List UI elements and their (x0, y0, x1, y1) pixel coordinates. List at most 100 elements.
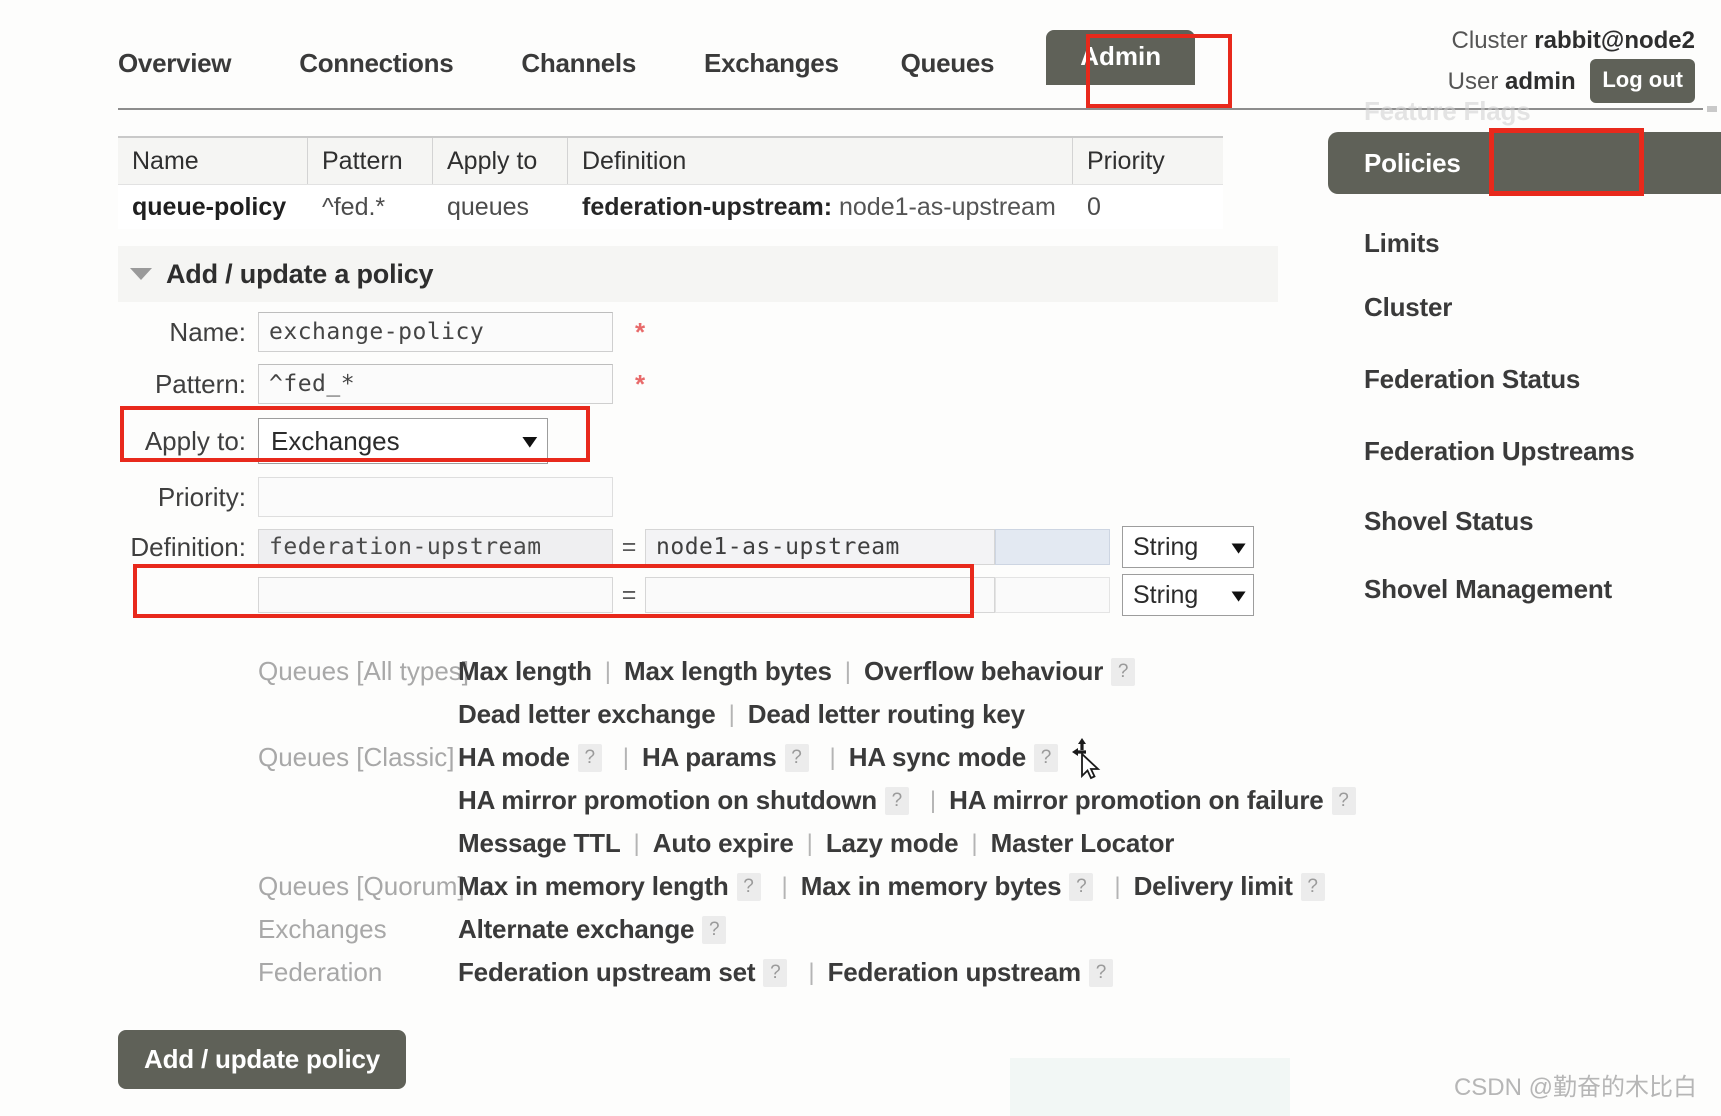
param-link-alternate-exchange[interactable]: Alternate exchange (458, 908, 694, 951)
help-icon[interactable]: ? (1088, 958, 1113, 987)
tab-queues[interactable]: Queues (901, 48, 995, 79)
column-header-definition[interactable]: Definition (568, 138, 1073, 184)
cell-policy-priority: 0 (1087, 193, 1101, 221)
sidebar-item-federation-status[interactable]: Federation Status (1364, 364, 1580, 395)
apply-to-label: Apply to: (144, 425, 246, 456)
help-icon[interactable]: ? (577, 743, 602, 772)
definition-key-input-1[interactable]: federation-upstream (258, 529, 613, 565)
param-separator: | (806, 830, 813, 857)
watermark-text: CSDN @勤奋的木比白 (1453, 1074, 1697, 1101)
help-icon[interactable]: ? (884, 786, 909, 815)
param-category-exchanges: Exchanges (258, 914, 387, 944)
sidebar-item-limits[interactable]: Limits (1364, 228, 1440, 259)
definition-equals-1: = (621, 532, 637, 561)
tab-admin[interactable]: Admin (1046, 30, 1196, 85)
tab-exchanges[interactable]: Exchanges (704, 48, 839, 79)
help-icon[interactable]: ? (1111, 657, 1136, 686)
collapse-caret-icon[interactable] (130, 268, 152, 280)
tab-channels[interactable]: Channels (521, 48, 636, 79)
scroll-indicator[interactable] (1707, 106, 1717, 112)
definition-value-input-2[interactable] (645, 577, 995, 613)
param-links-queues-all-line1: Max length | Max length bytes | Overflow… (458, 650, 1143, 693)
help-icon[interactable]: ? (784, 743, 809, 772)
param-group-exchanges: Exchanges Alternate exchange ? (118, 908, 1468, 951)
pattern-input[interactable]: ^fed_* (258, 364, 613, 404)
pattern-required-star: * (635, 368, 646, 399)
section-header[interactable]: Add / update a policy (118, 246, 1278, 302)
priority-input[interactable] (258, 477, 613, 517)
param-group-queues-all: Queues [All types] Max length | Max leng… (118, 650, 1468, 693)
policy-form: Name: exchange-policy * Pattern: ^fed_* … (118, 306, 1278, 618)
param-link-ha-promotion-failure[interactable]: HA mirror promotion on failure (949, 779, 1324, 822)
param-link-max-length[interactable]: Max length (458, 650, 592, 693)
help-icon[interactable]: ? (1034, 743, 1058, 772)
param-group-queues-quorum: Queues [Quorum] Max in memory length ? |… (118, 865, 1468, 908)
help-icon[interactable]: ? (702, 915, 727, 944)
param-links-queues-classic-line1: HA mode ? | HA params ? | HA sync mode ? (458, 736, 1066, 779)
sidebar-item-feature-flags[interactable]: Feature Flags (1364, 96, 1531, 127)
sidebar-item-policies-label: Policies (1364, 148, 1461, 178)
definition-key: federation-upstream: (582, 193, 833, 221)
param-link-federation-upstream-set[interactable]: Federation upstream set (458, 951, 756, 994)
param-link-max-in-memory-length[interactable]: Max in memory length (458, 865, 729, 908)
cell-policy-definition: federation-upstream: node1-as-upstream (568, 185, 1073, 229)
param-link-ha-promotion-shutdown[interactable]: HA mirror promotion on shutdown (458, 779, 877, 822)
definition-value-input-1[interactable]: node1-as-upstream (645, 529, 995, 565)
name-required-star: * (635, 316, 646, 347)
param-link-max-in-memory-bytes[interactable]: Max in memory bytes (801, 865, 1062, 908)
param-link-dead-letter-routing-key[interactable]: Dead letter routing key (748, 693, 1025, 736)
watermark-ghost-block (1010, 1058, 1290, 1116)
param-link-message-ttl[interactable]: Message TTL (458, 822, 621, 865)
definition-type-value-2: String (1133, 580, 1199, 609)
param-links-queues-all-line2: Dead letter exchange | Dead letter routi… (458, 693, 1025, 736)
param-link-overflow-behaviour[interactable]: Overflow behaviour (864, 650, 1103, 693)
help-icon[interactable]: ? (1331, 786, 1356, 815)
table-row[interactable]: queue-policy ^fed.* queues federation-up… (118, 184, 1223, 229)
tab-connections[interactable]: Connections (299, 48, 453, 79)
param-link-max-length-bytes[interactable]: Max length bytes (624, 650, 832, 693)
definition-type-select-2[interactable]: String ▾ (1122, 574, 1254, 616)
param-link-dead-letter-exchange[interactable]: Dead letter exchange (458, 693, 716, 736)
param-link-federation-upstream[interactable]: Federation upstream (828, 951, 1082, 994)
chevron-down-icon: ▾ (1232, 536, 1245, 557)
param-separator: | (1114, 873, 1121, 900)
definition-key-input-2[interactable] (258, 577, 613, 613)
param-link-ha-mode[interactable]: HA mode (458, 736, 570, 779)
tab-admin-wrapper: Admin (1046, 30, 1196, 85)
param-link-auto-expire[interactable]: Auto expire (653, 822, 794, 865)
form-row-priority: Priority: (118, 472, 1278, 522)
definition-spacer-2 (995, 577, 1110, 613)
cluster-user-info: Cluster rabbit@node2 User admin Log out (1447, 22, 1695, 104)
cell-policy-name[interactable]: queue-policy (118, 185, 308, 229)
help-icon[interactable]: ? (763, 958, 788, 987)
user-label: User (1447, 68, 1499, 96)
definition-type-select-1[interactable]: String ▾ (1122, 526, 1254, 568)
param-group-queues-classic-line3: Message TTL | Auto expire | Lazy mode | … (118, 822, 1468, 865)
column-header-pattern[interactable]: Pattern (308, 138, 433, 184)
form-row-definition-2: = String ▾ (118, 572, 1278, 618)
param-link-master-locator[interactable]: Master Locator (991, 822, 1175, 865)
column-header-priority[interactable]: Priority (1073, 138, 1223, 184)
param-link-delivery-limit[interactable]: Delivery limit (1134, 865, 1293, 908)
tab-overview[interactable]: Overview (118, 48, 232, 79)
chevron-down-icon: ▾ (523, 430, 537, 452)
chevron-down-icon: ▾ (1232, 584, 1245, 605)
name-input[interactable]: exchange-policy (258, 312, 613, 352)
apply-to-select-value: Exchanges (271, 425, 400, 456)
sidebar-item-cluster[interactable]: Cluster (1364, 292, 1452, 323)
help-icon[interactable]: ? (1300, 872, 1325, 901)
help-icon[interactable]: ? (1069, 872, 1094, 901)
column-header-name[interactable]: Name (118, 138, 308, 184)
form-row-apply-to: Apply to: Exchanges ▾ (118, 410, 1278, 472)
sidebar-item-shovel-status[interactable]: Shovel Status (1364, 506, 1534, 537)
admin-sidebar: Feature Flags Policies Limits Cluster Fe… (1328, 96, 1721, 716)
param-link-ha-sync-mode[interactable]: HA sync mode (849, 736, 1026, 779)
help-icon[interactable]: ? (736, 872, 761, 901)
sidebar-item-shovel-management[interactable]: Shovel Management (1364, 574, 1612, 605)
sidebar-item-federation-upstreams[interactable]: Federation Upstreams (1364, 436, 1635, 467)
add-update-policy-button[interactable]: Add / update policy (118, 1030, 406, 1089)
param-link-lazy-mode[interactable]: Lazy mode (826, 822, 959, 865)
apply-to-select[interactable]: Exchanges ▾ (258, 418, 548, 464)
column-header-apply-to[interactable]: Apply to (433, 138, 568, 184)
param-link-ha-params[interactable]: HA params (642, 736, 777, 779)
